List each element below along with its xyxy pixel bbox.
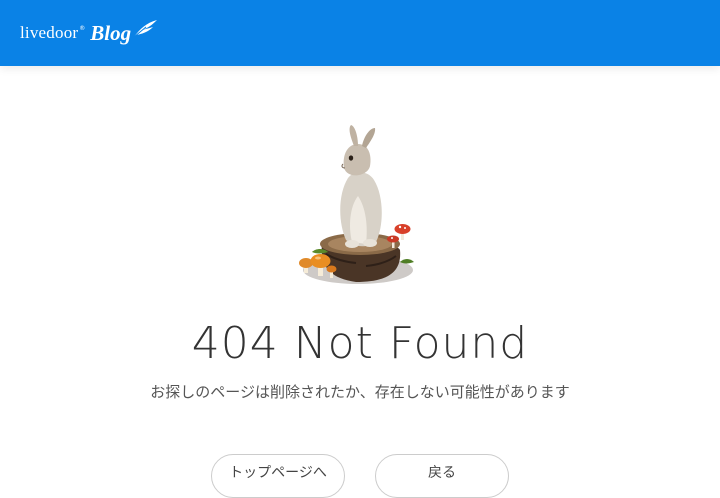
error-message: お探しのページは削除されたか、存在しない可能性があります (150, 383, 570, 401)
livedoor-blog-logo[interactable]: livedoor ® Blog (20, 18, 158, 48)
logo-registered-mark: ® (79, 24, 86, 32)
feather-icon (132, 19, 158, 43)
logo-livedoor-text: livedoor (20, 23, 79, 42)
top-page-button[interactable]: トップページへ (211, 454, 345, 498)
header-bar: livedoor ® Blog (0, 0, 720, 66)
page-title: 404 Not Found (191, 318, 529, 369)
back-button[interactable]: 戻る (375, 454, 509, 498)
logo-blog-text: Blog (90, 20, 132, 45)
rabbit-illustration (296, 122, 426, 292)
